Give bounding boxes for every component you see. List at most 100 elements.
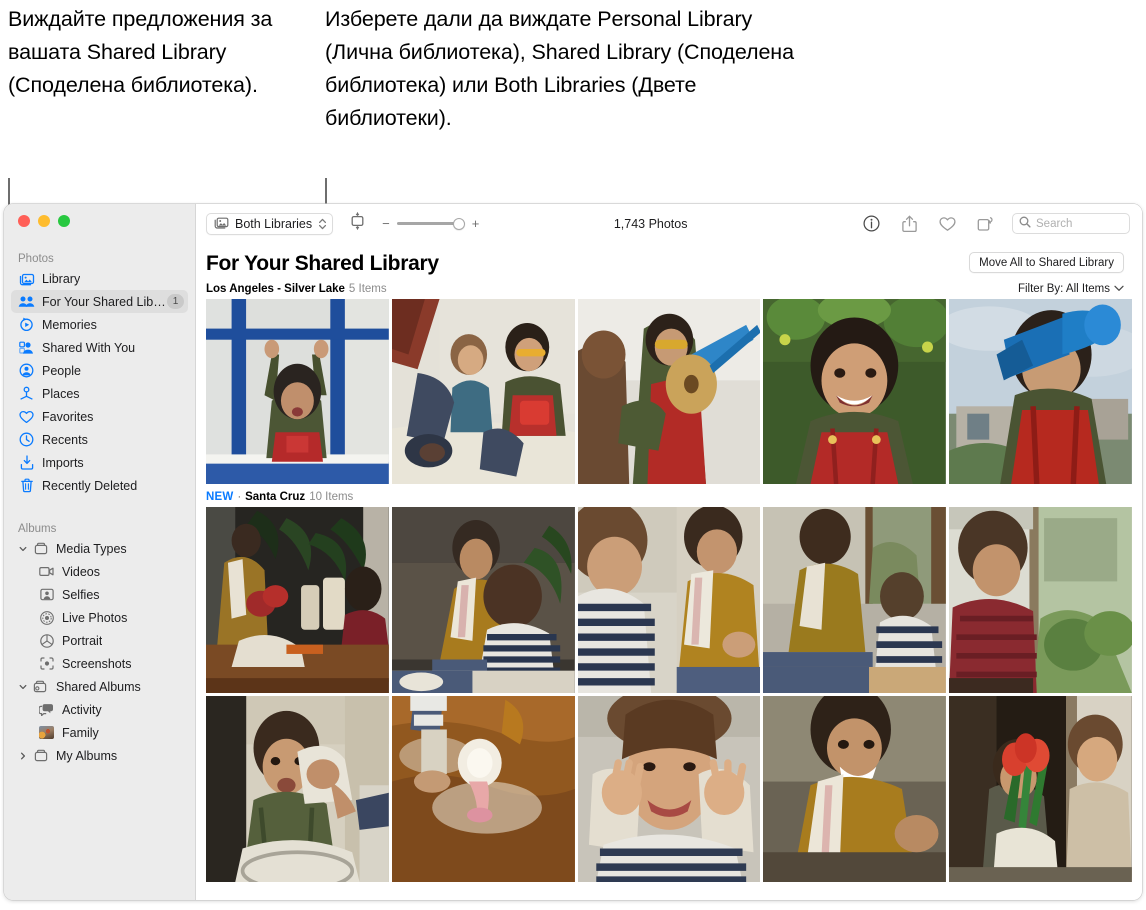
album-thumbnail <box>38 725 55 741</box>
chevron-right-icon[interactable] <box>18 751 28 761</box>
sidebar-item-activity[interactable]: Activity <box>11 698 188 721</box>
search-input[interactable] <box>1036 217 1123 230</box>
callout-text-right: Изберете дали да виждате Personal Librar… <box>325 7 794 130</box>
photos-stack-icon <box>214 216 229 232</box>
sidebar-list-albums: Media Types Videos Selfies Live Photos P… <box>4 537 195 767</box>
sidebar-item-favorites[interactable]: Favorites <box>11 405 188 428</box>
main-panel: Both Libraries − + 1,743 Photos Search F… <box>195 204 1142 900</box>
toolbar-icon-group <box>862 215 994 233</box>
photo-thumbnail[interactable] <box>391 507 575 693</box>
sidebar-item-screenshots[interactable]: Screenshots <box>11 652 188 675</box>
separator-dot: · <box>237 491 242 503</box>
section-item-count: 5 Items <box>348 283 387 295</box>
chevron-down-icon <box>1114 284 1124 294</box>
selfie-icon <box>38 587 55 603</box>
callout-text-left: Виждайте предложения за вашата Shared Li… <box>8 7 273 97</box>
sidebar-item-label: My Albums <box>56 748 118 763</box>
sidebar-item-live-photos[interactable]: Live Photos <box>11 606 188 629</box>
sidebar-item-selfies[interactable]: Selfies <box>11 583 188 606</box>
zoom-slider[interactable] <box>396 217 465 231</box>
favorite-heart-icon[interactable] <box>938 215 956 233</box>
photo-thumbnail[interactable] <box>391 299 575 484</box>
photo-thumbnail[interactable] <box>577 507 761 693</box>
photo-thumbnail[interactable] <box>949 507 1132 693</box>
sidebar-section-albums-title: Albums <box>18 523 57 535</box>
memories-icon <box>18 317 35 333</box>
photo-thumbnail[interactable] <box>577 696 761 882</box>
library-selector-label: Both Libraries <box>235 216 313 231</box>
photo-thumbnail[interactable] <box>206 299 389 484</box>
sidebar-item-my-albums[interactable]: My Albums <box>11 744 188 767</box>
sidebar-item-for-your-shared-library[interactable]: For Your Shared Library 1 <box>11 290 188 313</box>
sidebar-item-library[interactable]: Library <box>11 267 188 290</box>
sidebar-item-shared-albums[interactable]: Shared Albums <box>11 675 188 698</box>
zoom-button[interactable] <box>58 215 70 227</box>
sidebar-item-label: Recents <box>42 432 88 447</box>
share-icon[interactable] <box>900 215 918 233</box>
sidebar-item-label: For Your Shared Library <box>42 294 167 309</box>
shared-folder-icon <box>32 679 49 695</box>
photo-grid-los-angeles <box>206 299 1132 484</box>
filter-by-dropdown[interactable]: Filter By: All Items <box>1018 283 1124 295</box>
minimize-button[interactable] <box>38 215 50 227</box>
sidebar-item-label: People <box>42 363 81 378</box>
screenshot-icon <box>38 656 55 672</box>
photo-thumbnail[interactable] <box>577 299 761 484</box>
section-name: Santa Cruz <box>245 491 306 503</box>
section-header-santa-cruz: NEW · Santa Cruz 10 Items <box>206 484 1132 507</box>
sidebar-item-label: Favorites <box>42 409 94 424</box>
sidebar-item-family[interactable]: Family <box>11 721 188 744</box>
zoom-slider-knob[interactable] <box>452 217 465 230</box>
sidebar-item-label: Selfies <box>62 587 100 602</box>
callout-annotations: Виждайте предложения за вашата Shared Li… <box>0 0 1146 301</box>
sidebar-item-recents[interactable]: Recents <box>11 428 188 451</box>
import-icon <box>18 455 35 471</box>
chevron-down-icon[interactable] <box>18 682 28 692</box>
places-icon <box>18 386 35 402</box>
sidebar-item-shared-with-you[interactable]: Shared With You <box>11 336 188 359</box>
filter-by-label: Filter By: All Items <box>1017 283 1110 295</box>
sidebar-item-people[interactable]: People <box>11 359 188 382</box>
move-all-to-shared-library-button[interactable]: Move All to Shared Library <box>969 252 1124 273</box>
photo-thumbnail[interactable] <box>206 507 389 693</box>
aspect-ratio-icon <box>349 212 366 235</box>
content-area: For Your Shared Library Move All to Shar… <box>196 243 1142 900</box>
sidebar-item-label: Activity <box>62 702 102 717</box>
sidebar-item-memories[interactable]: Memories <box>11 313 188 336</box>
info-icon[interactable] <box>862 215 880 233</box>
photo-thumbnail[interactable] <box>763 696 947 882</box>
photo-count-label: 1,743 Photos <box>613 216 688 231</box>
library-selector-dropdown[interactable]: Both Libraries <box>206 212 334 235</box>
trash-icon <box>18 478 35 494</box>
sidebar-item-imports[interactable]: Imports <box>11 451 188 474</box>
close-button[interactable] <box>18 215 30 227</box>
chevron-updown-icon[interactable] <box>318 217 327 231</box>
sidebar-item-label: Imports <box>42 455 84 470</box>
shared-library-icon <box>18 294 35 310</box>
photo-thumbnail[interactable] <box>949 299 1132 484</box>
portrait-icon <box>38 633 55 649</box>
photo-thumbnail[interactable] <box>763 299 947 484</box>
zoom-out-label[interactable]: − <box>382 216 390 231</box>
sidebar-item-label: Videos <box>62 564 100 579</box>
sidebar-item-label: Family <box>62 725 99 740</box>
sidebar-item-media-types[interactable]: Media Types <box>11 537 188 560</box>
sidebar-item-recently-deleted[interactable]: Recently Deleted <box>11 474 188 497</box>
page-header: For Your Shared Library Move All to Shar… <box>206 243 1132 276</box>
sidebar-item-portrait[interactable]: Portrait <box>11 629 188 652</box>
sidebar-item-places[interactable]: Places <box>11 382 188 405</box>
rotate-icon[interactable] <box>976 215 994 233</box>
photo-thumbnail[interactable] <box>391 696 575 882</box>
photo-grid-santa-cruz <box>206 507 1132 882</box>
chevron-down-icon[interactable] <box>18 544 28 554</box>
status-badge: 1 <box>167 294 184 309</box>
photo-thumbnail[interactable] <box>206 696 389 882</box>
aspect-ratio-button[interactable] <box>349 212 366 235</box>
sidebar-item-videos[interactable]: Videos <box>11 560 188 583</box>
search-box[interactable] <box>1012 213 1130 234</box>
folder-icon <box>32 748 49 764</box>
sidebar: Photos Library For Your Shared Library 1 <box>4 204 195 900</box>
sidebar-item-label: Memories <box>42 317 97 332</box>
photo-thumbnail[interactable] <box>763 507 947 693</box>
photo-thumbnail[interactable] <box>949 696 1132 882</box>
